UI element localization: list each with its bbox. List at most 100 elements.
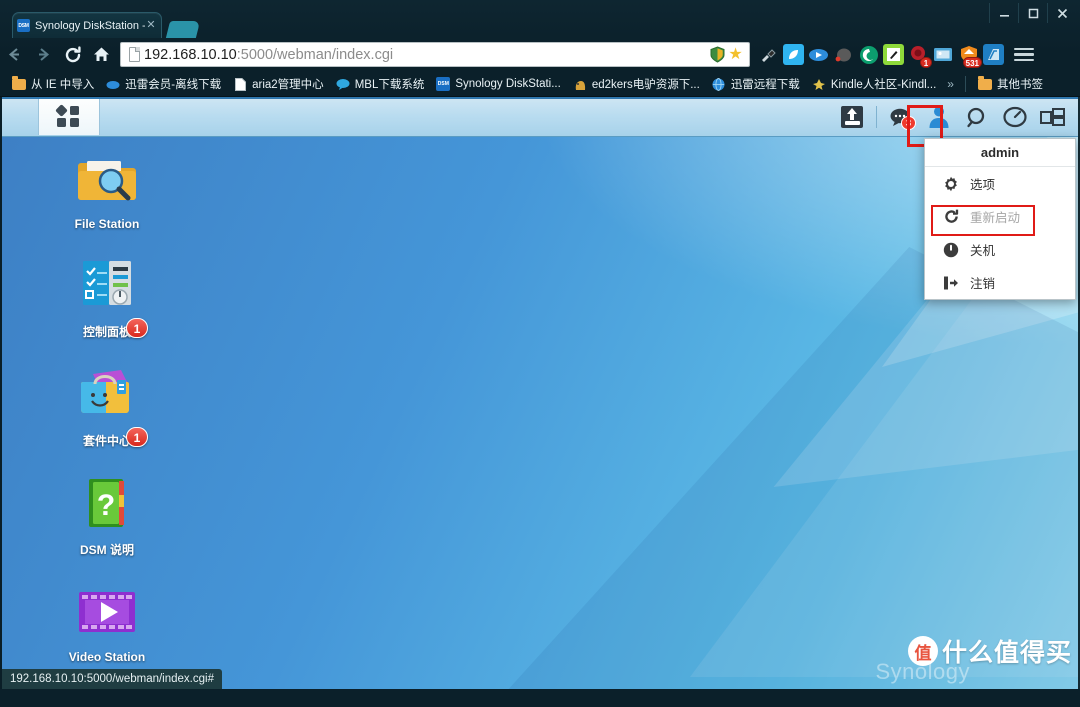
dsm-favicon-icon: DSM — [17, 19, 30, 32]
desktop-icon-label: 套件中心 — [82, 434, 131, 448]
blue-app-extension-icon[interactable] — [983, 44, 1004, 65]
tab-close-icon[interactable]: ✕ — [145, 19, 157, 32]
user-menu-item-options[interactable]: 选项 — [925, 167, 1075, 200]
url-text: 192.168.10.10:5000/webman/index.cgi — [144, 47, 710, 63]
user-menu-item-label: 重新启动 — [970, 211, 1021, 225]
desktop-icon-label: File Station — [74, 217, 140, 231]
pen-extension-icon[interactable] — [883, 44, 904, 65]
bookmark-label: aria2管理中心 — [252, 79, 324, 91]
user-menu-item-label: 注销 — [970, 277, 996, 291]
resource-monitor-icon[interactable] — [996, 98, 1034, 136]
package-center-icon — [75, 362, 139, 426]
new-tab-button[interactable] — [165, 21, 201, 38]
close-button[interactable] — [1047, 3, 1076, 23]
hamburger-menu-icon[interactable] — [1014, 44, 1034, 65]
watermark-logo-icon: 值 — [907, 636, 938, 666]
user-menu-item-label: 选项 — [970, 178, 996, 192]
minimize-button[interactable] — [989, 3, 1018, 23]
desktop-icon-video-station[interactable]: Video Station — [42, 580, 172, 664]
user-menu-item-label: 关机 — [970, 244, 996, 258]
desktop-icon-dsm-help[interactable]: ? DSM 说明 — [42, 471, 172, 558]
page-viewport: 3 File Station 1 控制面板 1 套件中心 ? DSM 说明 Vi… — [2, 97, 1078, 689]
photo-extension-icon[interactable] — [933, 44, 954, 65]
dsm-help-icon: ? — [75, 471, 139, 535]
chevron-double-right-icon[interactable]: » — [942, 77, 959, 91]
maximize-button[interactable] — [1018, 3, 1047, 23]
bookmark-star-icon[interactable]: ★ — [727, 46, 744, 63]
bookmark-item[interactable]: DSM Synology DiskStati... — [430, 74, 566, 94]
browser-window: DSM Synology DiskStation - ✕ 192.168.10.… — [0, 0, 1080, 707]
back-arrow-icon[interactable] — [0, 40, 29, 69]
user-menu-item-shutdown[interactable]: 关机 — [925, 233, 1075, 266]
bookmark-label: ed2kers电驴资源下... — [591, 79, 700, 91]
restart-icon — [941, 207, 961, 227]
desktop-icon-label: DSM 说明 — [79, 543, 134, 557]
control-panel-icon — [75, 253, 139, 317]
power-icon — [941, 240, 961, 260]
elephant-extension-icon[interactable] — [833, 44, 854, 65]
bookmark-label: Kindle人社区-Kindl... — [830, 79, 937, 91]
bookmark-item[interactable]: aria2管理中心 — [227, 74, 330, 94]
cloud-icon — [106, 77, 120, 91]
red-rose-extension-icon[interactable]: 1 — [908, 44, 932, 68]
desktop-icon-file-station[interactable]: File Station — [42, 147, 172, 231]
shield-icon[interactable] — [710, 46, 725, 63]
user-menu-item-logout[interactable]: 注销 — [925, 266, 1075, 299]
app-grid-icon — [55, 103, 81, 128]
bookmark-item[interactable]: 从 IE 中导入 — [6, 74, 100, 94]
desktop-icon-list: File Station 1 控制面板 1 套件中心 ? DSM 说明 Vide… — [42, 147, 172, 686]
pilot-view-icon[interactable] — [1034, 98, 1072, 136]
taskbar-right-tray: 3 — [833, 97, 1078, 137]
extension-badge: 531 — [962, 57, 982, 68]
home-icon[interactable] — [87, 40, 116, 69]
upload-queue-icon[interactable] — [833, 98, 871, 136]
taskbar-divider — [876, 105, 877, 128]
flashlight-extension-icon[interactable] — [758, 44, 779, 65]
spiral-extension-icon[interactable] — [858, 44, 879, 65]
document-icon — [233, 77, 247, 91]
leaf-extension-icon[interactable] — [783, 44, 804, 65]
shield-counter-extension-icon[interactable]: 531 — [958, 44, 982, 68]
desktop-icon-package-center[interactable]: 1 套件中心 — [42, 362, 172, 449]
desktop-icon-label: Video Station — [68, 650, 146, 664]
bookmarks-bar: 从 IE 中导入 迅雷会员-离线下载 aria2管理中心 MBL下载系统 DSM… — [0, 71, 1080, 97]
other-bookmarks-button[interactable]: 其他书签 — [972, 74, 1049, 94]
bookmark-item[interactable]: Kindle人社区-Kindl... — [806, 74, 942, 94]
user-menu-item-restart[interactable]: 重新启动 — [925, 200, 1075, 233]
url-host: 192.168.10.10 — [144, 46, 237, 63]
page-info-icon[interactable] — [126, 46, 141, 63]
bookmark-label: MBL下载系统 — [354, 79, 425, 91]
window-controls — [989, 2, 1076, 24]
bookmark-item[interactable]: 迅雷会员-离线下载 — [100, 74, 227, 94]
desktop-icon-badge: 1 — [126, 427, 148, 447]
reload-icon[interactable] — [58, 40, 87, 69]
desktop-icon-control-panel[interactable]: 1 控制面板 — [42, 253, 172, 340]
tab-title: Synology DiskStation - — [35, 19, 145, 32]
main-menu-button[interactable] — [38, 98, 100, 135]
bookmark-label: Synology DiskStati... — [455, 78, 561, 90]
watermark-text: 什么值得买 — [941, 639, 1072, 667]
address-bar[interactable]: 192.168.10.10:5000/webman/index.cgi ★ — [120, 42, 750, 67]
forward-arrow-icon[interactable] — [29, 40, 58, 69]
browser-tab[interactable]: DSM Synology DiskStation - ✕ — [12, 12, 162, 38]
folder-icon — [12, 75, 26, 91]
omnibox-actions: ★ — [710, 46, 746, 63]
link-status-bar: 192.168.10.10:5000/webman/index.cgi# — [2, 669, 222, 689]
browser-window-bottom — [0, 689, 1080, 707]
wallpaper-shade — [438, 247, 1078, 689]
smzdm-watermark: 值 什么值得买 — [907, 633, 1072, 669]
chat-bubble-icon — [336, 77, 350, 91]
desktop-icon-badge: 1 — [126, 318, 148, 338]
extension-toolbar: 1 531 — [758, 44, 1034, 68]
other-bookmarks-label: 其他书签 — [996, 79, 1043, 91]
cloud-download-extension-icon[interactable] — [808, 44, 829, 65]
search-icon[interactable] — [958, 98, 996, 136]
bookmark-item[interactable]: 迅雷远程下载 — [706, 74, 806, 94]
bookmark-item[interactable]: ed2kers电驴资源下... — [567, 74, 706, 94]
desktop-icon-label: 控制面板 — [82, 325, 131, 339]
bookmark-item[interactable]: MBL下载系统 — [330, 74, 431, 94]
url-path: :5000/webman/index.cgi — [236, 46, 394, 63]
logout-icon — [941, 273, 961, 293]
tab-strip: DSM Synology DiskStation - ✕ — [0, 0, 1080, 38]
bookmark-label: 迅雷远程下载 — [730, 79, 800, 91]
